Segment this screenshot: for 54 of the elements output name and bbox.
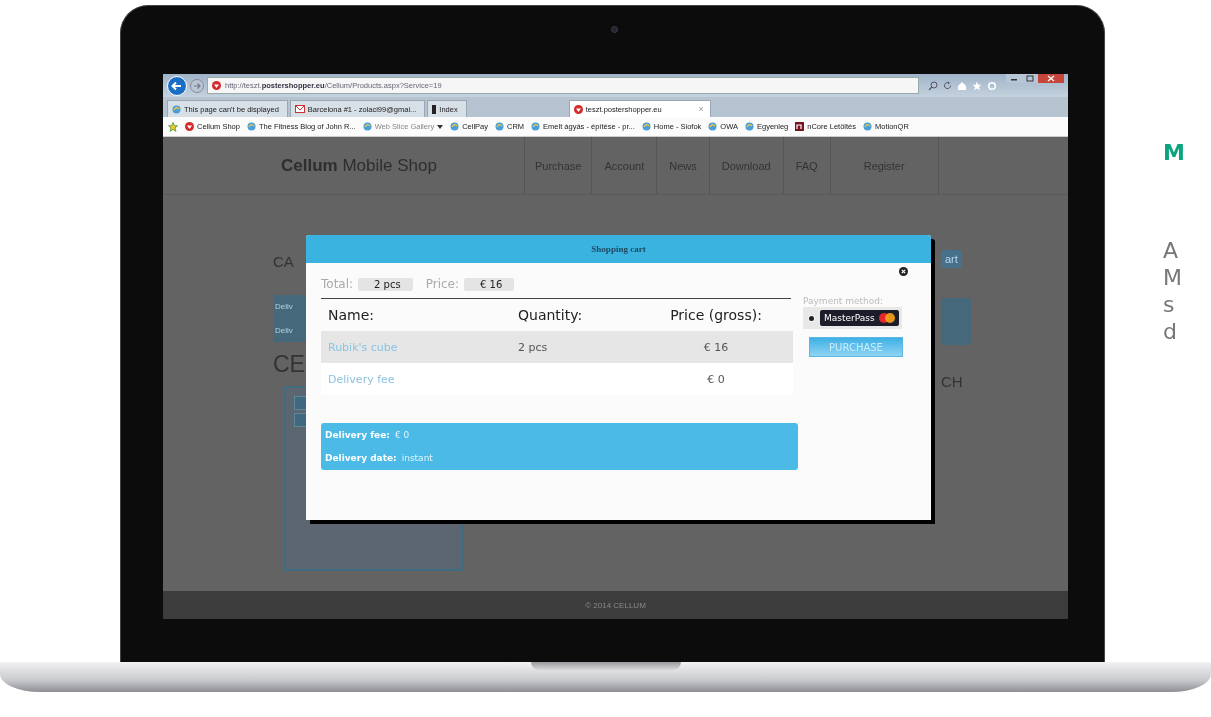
page-globe-icon	[641, 122, 651, 131]
logo-icon	[185, 122, 194, 131]
side-text: M	[1163, 264, 1183, 291]
maximize-icon[interactable]	[1022, 74, 1038, 83]
side-heading: M	[1163, 140, 1185, 165]
price-value: € 16	[464, 277, 515, 291]
payment-logo[interactable]: MasterPass	[820, 310, 899, 326]
dialog-title: Shopping cart	[306, 235, 931, 263]
column-header: Name:	[327, 307, 376, 323]
page-globe-icon	[172, 104, 181, 114]
delivery-text: Deliv	[275, 325, 294, 335]
page-globe-icon	[362, 122, 372, 131]
page-globe-icon	[708, 122, 718, 131]
page-globe-icon	[450, 122, 460, 131]
page-globe-icon	[495, 122, 504, 131]
summary-label: Delivery date:	[325, 453, 397, 464]
price-cell-text: € 16	[702, 340, 730, 354]
side-text: A	[1163, 237, 1180, 264]
total-value: 2 pcs	[358, 277, 413, 291]
side-text: d	[1163, 318, 1178, 345]
star-icon[interactable]	[972, 80, 982, 91]
site-footer: © 2014 CELLUM	[163, 591, 1068, 619]
total-label: Total:	[321, 277, 354, 291]
bar-icon	[432, 104, 437, 114]
page-globe-icon	[744, 122, 754, 131]
overlapping-circles-icon	[878, 313, 895, 323]
search-icon[interactable]	[928, 80, 938, 91]
page-globe-icon	[246, 122, 256, 131]
camera-icon	[611, 26, 618, 33]
column-header: Price (gross):	[669, 307, 763, 323]
delivery-text: Deliv	[275, 302, 294, 312]
logo-icon	[573, 104, 583, 114]
cart-button[interactable]: art	[941, 250, 962, 268]
close-icon[interactable]	[899, 267, 908, 276]
page-globe-icon	[531, 122, 541, 131]
side-text: s	[1163, 291, 1176, 318]
radio-button[interactable]	[808, 314, 815, 322]
price-cell-text: € 0	[706, 372, 726, 386]
price-label: Price:	[425, 277, 459, 291]
minimize-icon[interactable]	[1006, 74, 1022, 83]
favorites-star-icon[interactable]	[168, 121, 178, 132]
square-logo-icon	[795, 122, 805, 131]
mail-icon	[294, 105, 305, 113]
column-header: Quantity:	[517, 307, 584, 323]
summary-value: instant	[401, 453, 433, 464]
refresh-icon[interactable]	[943, 81, 952, 90]
payment-method-label: Payment method:	[803, 296, 884, 306]
info-panel	[941, 298, 971, 345]
quantity-cell-text: 2 pcs	[517, 340, 549, 354]
payment-name: MasterPass	[824, 313, 875, 323]
summary-value: € 0	[394, 429, 410, 440]
summary-label: Delivery fee:	[325, 429, 390, 440]
logo-icon	[212, 81, 221, 90]
page-globe-icon	[863, 122, 873, 131]
